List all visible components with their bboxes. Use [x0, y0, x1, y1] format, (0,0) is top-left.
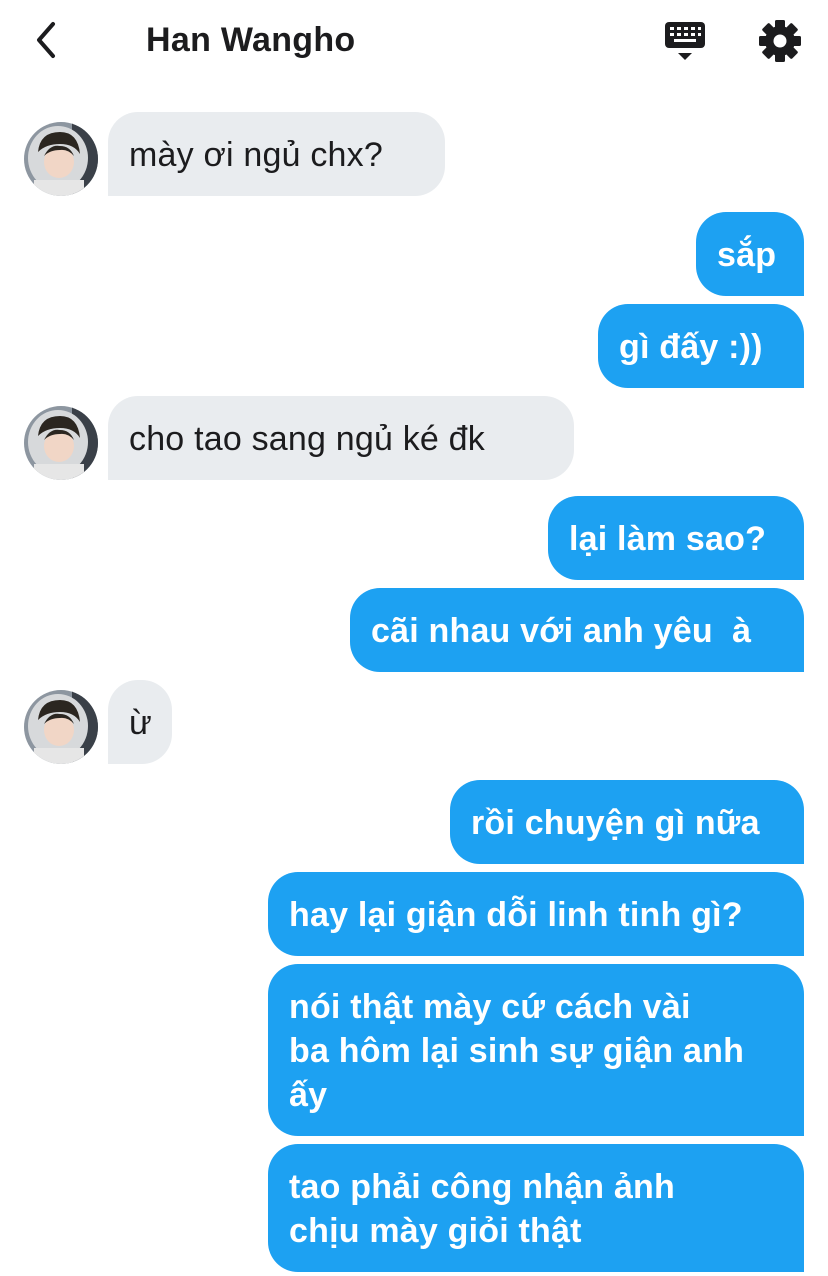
- outgoing-message: gì đấy :)): [598, 304, 804, 388]
- outgoing-message: hay lại giận dỗi linh tinh gì?: [268, 872, 804, 956]
- avatar-image: [24, 122, 98, 196]
- contact-avatar[interactable]: [24, 122, 98, 196]
- message-list: mày ơi ngủ chx? sắp gì đấy :)) cho tao s…: [0, 0, 828, 1276]
- outgoing-message: rồi chuyện gì nữa: [450, 780, 804, 864]
- avatar-image: [24, 690, 98, 764]
- incoming-message: mày ơi ngủ chx?: [108, 112, 445, 196]
- contact-avatar[interactable]: [24, 690, 98, 764]
- avatar-image: [24, 406, 98, 480]
- outgoing-message: nói thật mày cứ cách vài ba hôm lại sinh…: [268, 964, 804, 1136]
- outgoing-message: lại làm sao?: [548, 496, 804, 580]
- outgoing-message: tao phải công nhận ảnh chịu mày giỏi thậ…: [268, 1144, 804, 1272]
- incoming-message: cho tao sang ngủ ké đk: [108, 396, 574, 480]
- incoming-message: ừ: [108, 680, 172, 764]
- contact-avatar[interactable]: [24, 406, 98, 480]
- outgoing-message: sắp: [696, 212, 804, 296]
- outgoing-message: cãi nhau với anh yêu à: [350, 588, 804, 672]
